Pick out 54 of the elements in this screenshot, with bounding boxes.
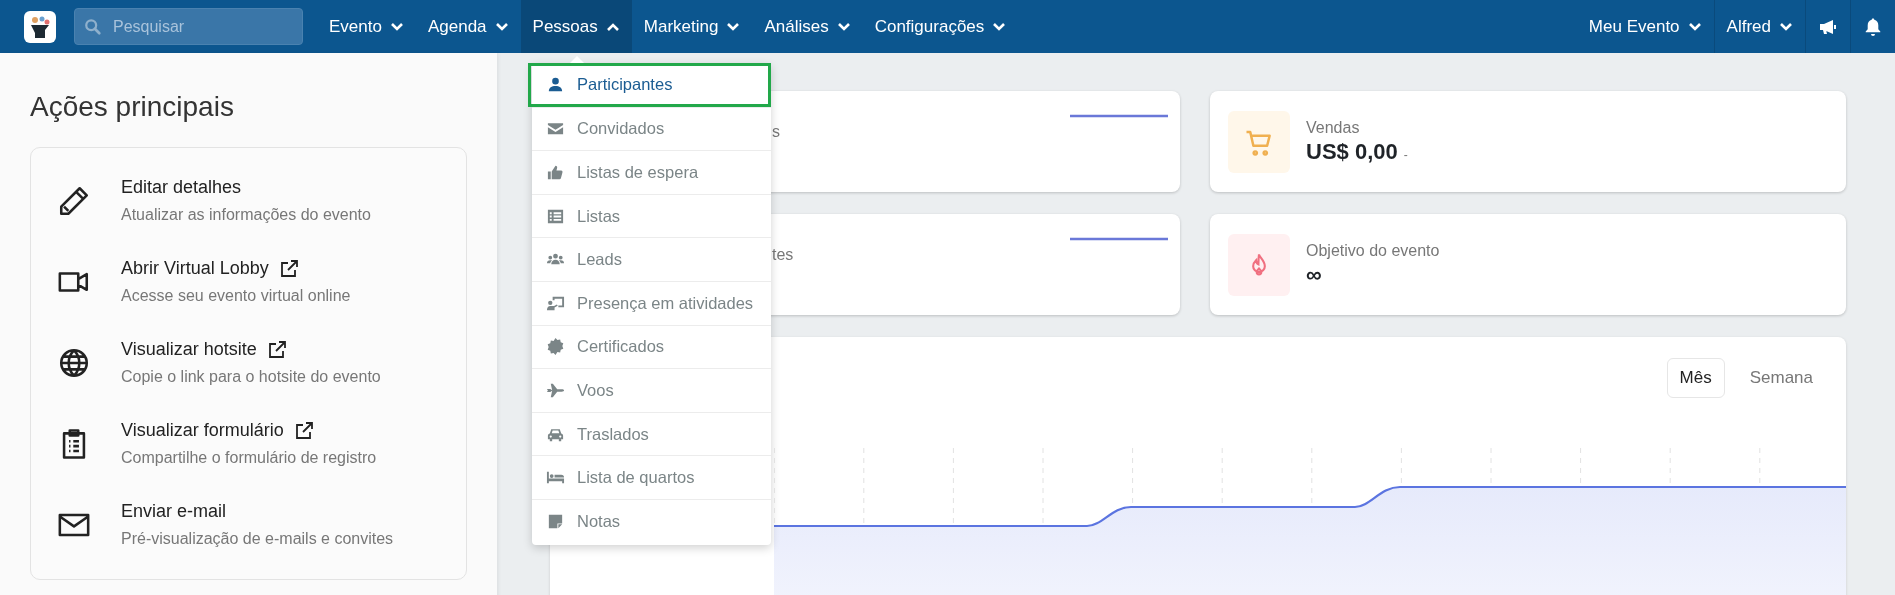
- thumbs-up-icon: [546, 163, 565, 182]
- stat-label: s: [772, 123, 780, 141]
- menu-pointer: [570, 56, 584, 63]
- search-field[interactable]: Pesquisar: [74, 8, 303, 45]
- nav-menu[interactable]: Análises: [752, 0, 863, 53]
- action-description: Pré-visualização de e-mails e convites: [121, 530, 394, 548]
- stat-label: Objetivo do evento: [1306, 241, 1440, 260]
- chevron-down-icon: [726, 21, 741, 32]
- menu-item[interactable]: Convidados: [532, 106, 771, 151]
- menu-item[interactable]: Certificados: [532, 324, 771, 369]
- section-title: Ações principais: [30, 91, 235, 123]
- chevron-down-icon: [1687, 21, 1702, 32]
- badge-icon: [546, 337, 565, 357]
- chevron-up-icon: [605, 21, 620, 32]
- chevron-down-icon: [494, 21, 509, 32]
- nav-menu[interactable]: Configurações: [862, 0, 1019, 53]
- menu-item[interactable]: Leads: [532, 237, 771, 281]
- menu-item[interactable]: Participantes: [528, 63, 771, 107]
- chevron-down-icon: [1779, 21, 1793, 32]
- action-link[interactable]: Editar detalhes: [121, 177, 242, 198]
- stat-note: -: [1403, 147, 1408, 162]
- chevron-down-icon: [389, 21, 404, 32]
- period-tab[interactable]: Mês: [1666, 358, 1725, 398]
- menu-item[interactable]: Listas: [532, 193, 771, 238]
- period-tab[interactable]: Semana: [1736, 358, 1826, 398]
- stat-value: US$ 0,00: [1306, 138, 1398, 165]
- logo-icon[interactable]: [24, 10, 56, 43]
- chevron-down-icon: [992, 21, 1007, 32]
- action-link[interactable]: Abrir Virtual Lobby: [121, 258, 269, 279]
- menu-item[interactable]: Notas: [532, 498, 771, 543]
- stat-label: tes: [772, 246, 794, 264]
- nav-menu[interactable]: Marketing: [631, 0, 753, 53]
- chevron-down-icon: [836, 21, 851, 32]
- account-menu[interactable]: Meu Evento: [1576, 0, 1714, 53]
- nav-menu[interactable]: Pessoas: [520, 0, 632, 53]
- menu-item[interactable]: Traslados: [532, 411, 771, 456]
- nav-menu[interactable]: Evento: [317, 0, 416, 53]
- nav-menu[interactable]: Agenda: [415, 0, 521, 53]
- action-description: Acesse seu evento virtual online: [121, 287, 351, 305]
- menu-item[interactable]: Presença em atividades: [532, 280, 771, 325]
- action-description: Compartilhe o formulário de registro: [121, 449, 377, 467]
- action-link[interactable]: Visualizar formulário: [121, 420, 284, 441]
- action-description: Copie o link para o hotsite do evento: [121, 368, 381, 386]
- search-icon: [84, 18, 102, 36]
- menu-item[interactable]: Voos: [532, 368, 771, 412]
- account-menu[interactable]: Alfred: [1713, 0, 1805, 53]
- stat-label: Vendas: [1306, 118, 1361, 137]
- stat-value: ∞: [1306, 261, 1322, 288]
- action-link[interactable]: Enviar e-mail: [121, 501, 227, 522]
- menu-item[interactable]: Lista de quartos: [532, 455, 771, 499]
- bell-icon: [1863, 16, 1883, 37]
- action-link[interactable]: Visualizar hotsite: [121, 339, 257, 360]
- action-description: Atualizar as informações do evento: [121, 206, 371, 224]
- menu-item[interactable]: Listas de espera: [532, 150, 771, 194]
